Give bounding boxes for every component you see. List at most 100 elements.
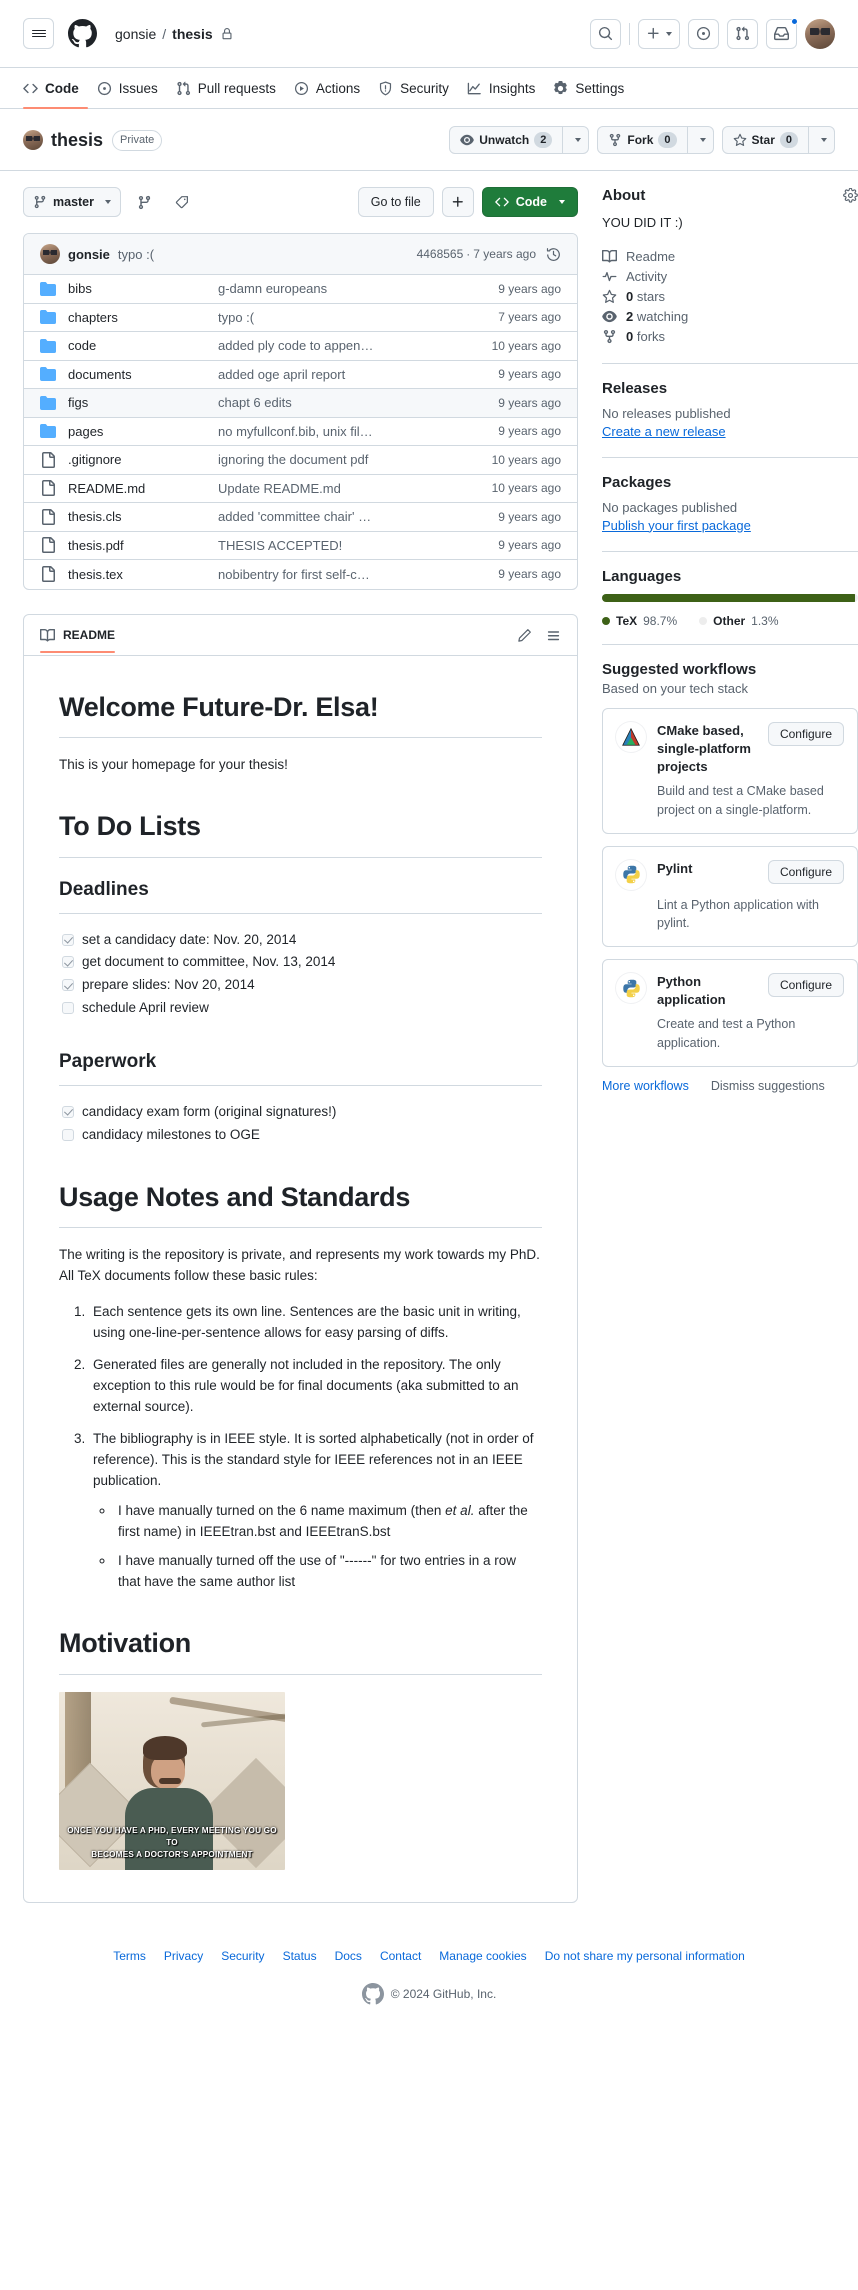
footer-link[interactable]: Do not share my personal information (545, 1949, 745, 1963)
tab-pull-requests[interactable]: Pull requests (167, 68, 285, 108)
tab-code[interactable]: Code (23, 68, 88, 109)
sidebar-item-activity[interactable]: Activity (602, 267, 858, 287)
packages-heading: Packages (602, 473, 672, 491)
table-row[interactable]: bibs g-damn europeans 9 years ago (24, 275, 577, 304)
table-row[interactable]: code added ply code to appen… 10 years ago (24, 332, 577, 361)
breadcrumb-repo[interactable]: thesis (172, 26, 212, 42)
watch-dropdown-button[interactable] (563, 126, 590, 154)
file-name[interactable]: thesis.cls (68, 509, 218, 524)
owner-avatar[interactable] (23, 130, 43, 150)
tab-issues[interactable]: Issues (88, 68, 167, 108)
publish-package-link[interactable]: Publish your first package (602, 518, 751, 533)
more-workflows-link[interactable]: More workflows (602, 1079, 689, 1093)
hamburger-icon[interactable] (23, 18, 54, 49)
file-name[interactable]: pages (68, 424, 218, 439)
file-name[interactable]: thesis.tex (68, 567, 218, 582)
table-row[interactable]: thesis.pdf THESIS ACCEPTED! 9 years ago (24, 532, 577, 560)
sidebar-item-stars[interactable]: 0 stars (602, 287, 858, 307)
add-file-button[interactable] (441, 187, 474, 217)
language-bar-segment[interactable] (854, 593, 858, 602)
footer-link[interactable]: Status (283, 1949, 317, 1963)
list-item: set a candidacy date: Nov. 20, 2014 (62, 929, 542, 952)
table-row[interactable]: thesis.cls added 'committee chair' … 9 yea… (24, 503, 577, 532)
file-name[interactable]: README.md (68, 481, 218, 496)
table-row[interactable]: .gitignore ignoring the document pdf 10 ye… (24, 446, 577, 475)
branches-icon[interactable] (129, 187, 159, 217)
sidebar-item-forks[interactable]: 0 forks (602, 327, 858, 347)
inbox-button[interactable] (766, 17, 798, 49)
file-name[interactable]: code (68, 338, 218, 353)
sidebar-item-readme[interactable]: Readme (602, 247, 858, 267)
history-icon[interactable] (546, 247, 561, 262)
table-row[interactable]: documents added oge april report 9 years a… (24, 361, 577, 389)
configure-button[interactable]: Configure (767, 859, 844, 884)
file-commit-message[interactable]: chapt 6 edits (218, 395, 498, 410)
file-icon (40, 537, 56, 554)
file-commit-message[interactable]: typo :( (218, 310, 498, 325)
file-name[interactable]: figs (68, 395, 218, 410)
footer-link[interactable]: Manage cookies (439, 1949, 526, 1963)
search-button[interactable] (590, 18, 621, 49)
file-name[interactable]: chapters (68, 310, 218, 325)
branch-selector[interactable]: master (23, 187, 121, 217)
file-name[interactable]: thesis.pdf (68, 538, 218, 553)
file-name[interactable]: .gitignore (68, 452, 218, 467)
configure-button[interactable]: Configure (767, 721, 844, 746)
footer-link[interactable]: Privacy (164, 1949, 203, 1963)
list-unordered-icon[interactable] (546, 628, 561, 643)
table-row[interactable]: figs chapt 6 edits 9 years ago (24, 389, 577, 418)
file-commit-message[interactable]: g-damn europeans (218, 281, 498, 296)
code-button[interactable]: Code (481, 187, 578, 217)
tag-icon[interactable] (167, 187, 197, 217)
github-logo-icon[interactable] (68, 19, 97, 48)
commit-author-name[interactable]: gonsie (68, 247, 110, 262)
star-button[interactable]: Star 0 (721, 126, 809, 154)
create-release-link[interactable]: Create a new release (602, 424, 726, 439)
table-row[interactable]: thesis.tex nobibentry for first self-c… 9 … (24, 560, 577, 589)
file-commit-message[interactable]: added 'committee chair' … (218, 509, 498, 524)
language-legend-item[interactable]: Other 1.3% (699, 614, 779, 628)
breadcrumb-owner[interactable]: gonsie (115, 26, 156, 42)
language-bar-segment[interactable] (602, 593, 855, 602)
table-row[interactable]: README.md Update README.md 10 years ago (24, 475, 577, 503)
tab-actions[interactable]: Actions (285, 68, 369, 108)
tab-insights[interactable]: Insights (458, 68, 545, 108)
unwatch-button[interactable]: Unwatch 2 (449, 126, 564, 154)
gear-icon[interactable] (843, 188, 858, 203)
fork-dropdown-button[interactable] (687, 126, 714, 154)
file-commit-message[interactable]: ignoring the document pdf (218, 452, 492, 467)
footer-link[interactable]: Terms (113, 1949, 146, 1963)
fork-button[interactable]: Fork 0 (597, 126, 688, 154)
commit-author-avatar[interactable] (40, 244, 60, 264)
file-commit-message[interactable]: Update README.md (218, 481, 492, 496)
commit-message[interactable]: typo :( (118, 247, 154, 262)
tab-security[interactable]: Security (369, 68, 458, 108)
pencil-icon[interactable] (517, 628, 532, 643)
pull-requests-button[interactable] (727, 18, 758, 49)
file-commit-message[interactable]: THESIS ACCEPTED! (218, 538, 498, 553)
file-commit-message[interactable]: no myfullconf.bib, unix fil… (218, 424, 498, 439)
create-new-button[interactable] (638, 18, 680, 49)
star-dropdown-button[interactable] (809, 126, 835, 154)
page-title[interactable]: thesis (51, 130, 103, 151)
configure-button[interactable]: Configure (767, 973, 844, 998)
go-to-file-button[interactable]: Go to file (357, 187, 434, 217)
file-commit-message[interactable]: added oge april report (218, 367, 498, 382)
footer-link[interactable]: Docs (335, 1949, 362, 1963)
sidebar-item-watching[interactable]: 2 watching (602, 307, 858, 327)
file-name[interactable]: documents (68, 367, 218, 382)
language-legend-item[interactable]: TeX 98.7% (602, 614, 677, 628)
table-row[interactable]: chapters typo :(7 years ago (24, 304, 577, 332)
commit-sha[interactable]: 4468565 (417, 247, 464, 261)
avatar[interactable] (805, 18, 835, 49)
tab-settings[interactable]: Settings (544, 68, 633, 108)
table-row[interactable]: pages no myfullconf.bib, unix fil… 9 years… (24, 418, 577, 446)
footer-link[interactable]: Contact (380, 1949, 421, 1963)
file-name[interactable]: bibs (68, 281, 218, 296)
issues-button[interactable] (688, 18, 719, 49)
file-commit-message[interactable]: nobibentry for first self-c… (218, 567, 498, 582)
footer-link[interactable]: Security (221, 1949, 264, 1963)
tab-readme[interactable]: README (40, 628, 116, 653)
file-commit-message[interactable]: added ply code to appen… (218, 338, 492, 353)
dismiss-suggestions-link[interactable]: Dismiss suggestions (711, 1079, 825, 1093)
